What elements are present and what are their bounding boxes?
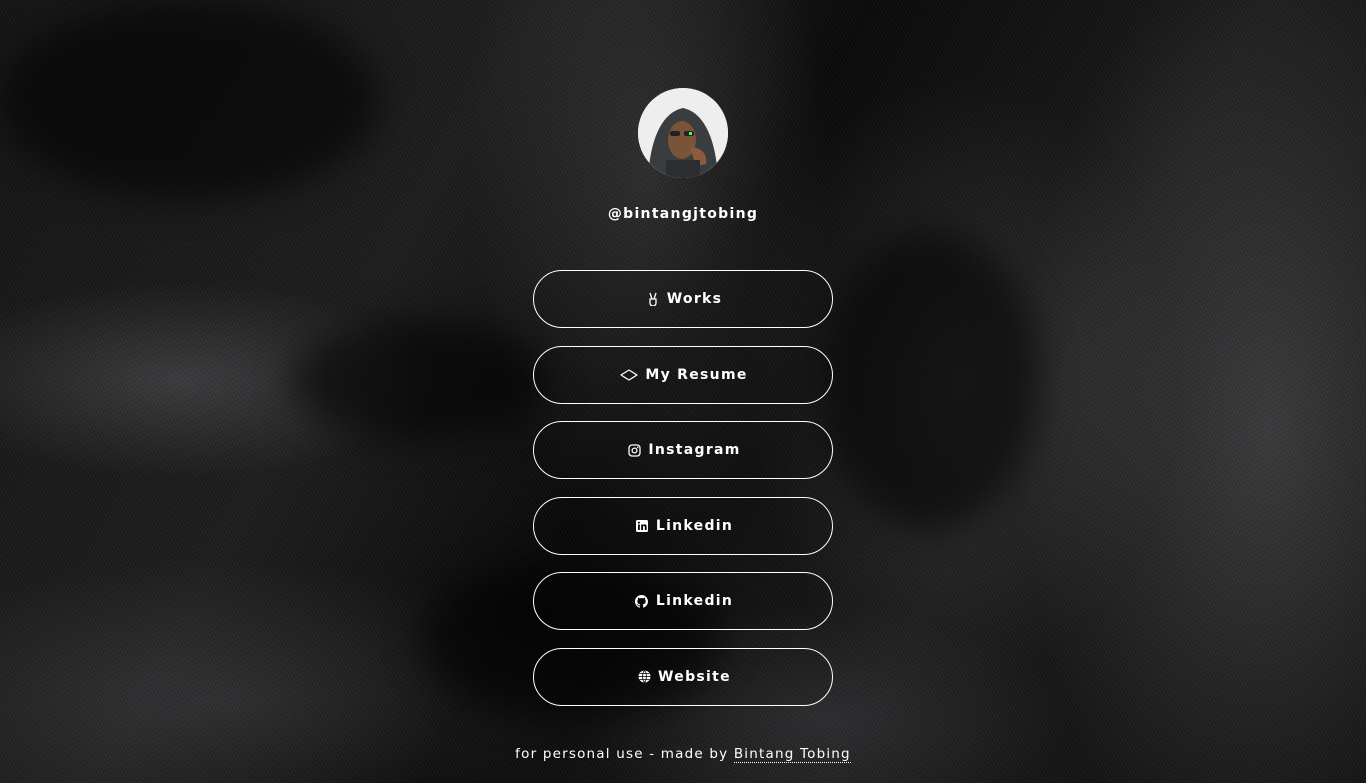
linkedin-icon: [633, 519, 651, 533]
works-button[interactable]: Works: [533, 270, 833, 328]
footer: for personal use - made by Bintang Tobin…: [515, 746, 851, 763]
website-label: Website: [658, 668, 731, 685]
victory-hand-icon: [644, 292, 662, 306]
website-button[interactable]: Website: [533, 647, 833, 706]
instagram-button[interactable]: Instagram: [533, 421, 833, 479]
instagram-label: Instagram: [648, 442, 741, 458]
author-link[interactable]: Bintang Tobing: [733, 746, 851, 763]
resume-label: My Resume: [645, 366, 748, 383]
instagram-icon: [625, 443, 643, 457]
layers-icon: [618, 368, 640, 382]
link-page: @bintangjtobing Works My Resume Instagra…: [0, 0, 1366, 783]
works-label: Works: [666, 291, 723, 307]
avatar-image: [638, 88, 728, 178]
github-label: Linkedin: [655, 593, 734, 609]
resume-button[interactable]: My Resume: [533, 345, 833, 404]
link-list: Works My Resume Instagram Linkedin Linke…: [533, 270, 833, 723]
github-icon: [633, 594, 651, 608]
footer-text: for personal use - made by: [515, 746, 734, 762]
linkedin-label: Linkedin: [655, 517, 734, 534]
github-button[interactable]: Linkedin: [533, 572, 833, 630]
globe-icon: [635, 670, 653, 684]
linkedin-button[interactable]: Linkedin: [533, 496, 833, 555]
avatar: [638, 88, 728, 178]
profile-handle: @bintangjtobing: [607, 206, 759, 222]
